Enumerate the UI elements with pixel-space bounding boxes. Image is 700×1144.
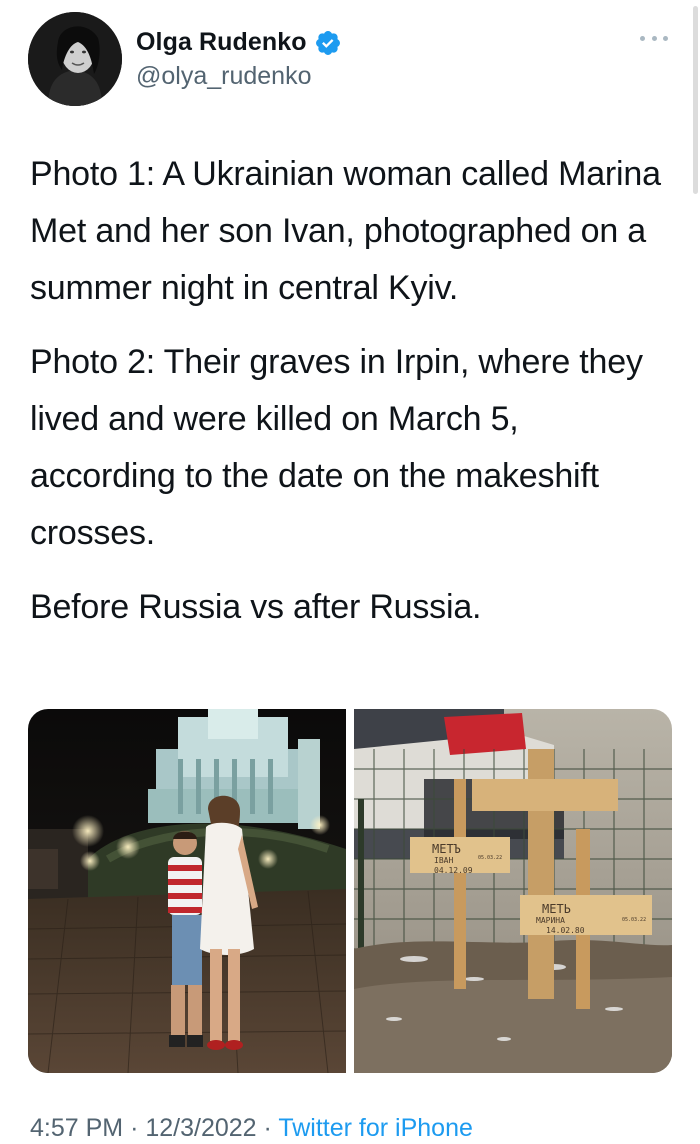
- author-handle[interactable]: @olya_rudenko: [136, 62, 312, 91]
- plaque-marina-birth: 14.02.80: [546, 926, 585, 935]
- more-options-icon[interactable]: [640, 30, 668, 46]
- tweet-time[interactable]: 4:57 PM: [30, 1114, 123, 1142]
- plaque-marina-name: МАРИНА: [536, 916, 565, 925]
- plaque-ivan-name: ІВАН: [434, 856, 453, 865]
- meta-separator: ·: [130, 1114, 139, 1142]
- tweet-text: Photo 1: A Ukrainian woman called Marina…: [30, 146, 670, 653]
- plaque-marina-surname: МЕТЬ: [542, 902, 571, 916]
- plaque-ivan-death: 05.03.22: [478, 855, 502, 861]
- tweet-paragraph: Before Russia vs after Russia.: [30, 588, 482, 626]
- avatar-image: [28, 12, 122, 106]
- photo-mother-and-son[interactable]: [28, 709, 346, 1073]
- tweet-date[interactable]: 12/3/2022: [145, 1114, 256, 1142]
- plaque-ivan-birth: 04.12.09: [434, 866, 473, 875]
- tweet-paragraph: Photo 1: A Ukrainian woman called Marina…: [30, 155, 661, 307]
- plaque-ivan-surname: МЕТЪ: [432, 842, 461, 856]
- author-display-name[interactable]: Olga Rudenko: [136, 28, 307, 57]
- plaque-marina-death: 05.03.22: [622, 917, 646, 923]
- name-row: Olga Rudenko: [136, 28, 342, 57]
- meta-separator: ·: [263, 1114, 272, 1142]
- verified-badge-icon: [314, 29, 342, 57]
- tweet-meta: 4:57 PM · 12/3/2022 · Twitter for iPhone: [30, 1114, 473, 1143]
- photo-graves[interactable]: МЕТЪ ІВАН 04.12.09 05.03.22 МЕТЬ МАРИНА …: [354, 709, 672, 1073]
- tweet-paragraph: Photo 2: Their graves in Irpin, where th…: [30, 343, 643, 552]
- tweet-source-link[interactable]: Twitter for iPhone: [278, 1114, 473, 1142]
- tweet-header: Olga Rudenko @olya_rudenko: [0, 0, 700, 120]
- tweet-media: МЕТЪ ІВАН 04.12.09 05.03.22 МЕТЬ МАРИНА …: [28, 709, 672, 1073]
- scrollbar[interactable]: [693, 6, 698, 194]
- avatar[interactable]: [28, 12, 122, 106]
